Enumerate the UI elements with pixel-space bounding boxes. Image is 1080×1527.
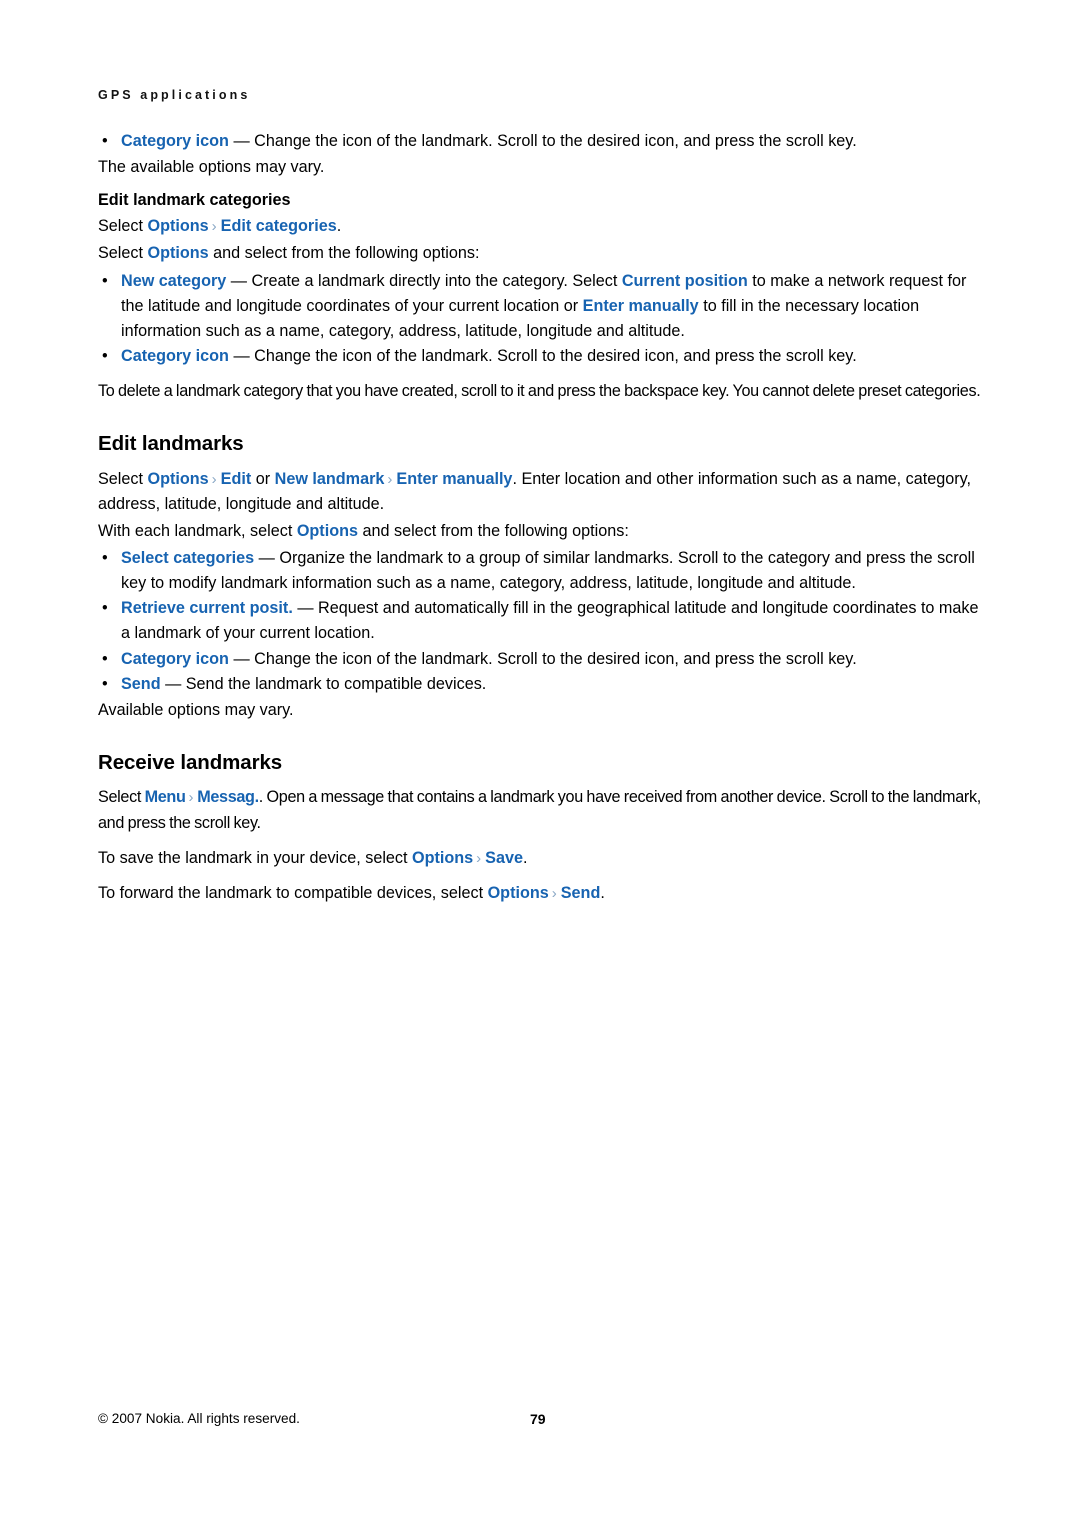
line-tail: and select from the following options: bbox=[208, 244, 480, 263]
edit-categories-bullet-list: • New category — Create a landmark direc… bbox=[98, 269, 986, 369]
edit-landmarks-select-line: Select Options › Edit or New landmark › Ente… bbox=[98, 467, 986, 517]
document-page: GPS applications • Category icon — Chang… bbox=[0, 0, 1080, 1527]
ui-term-menu: Menu bbox=[144, 788, 186, 807]
running-header: GPS applications bbox=[98, 88, 251, 102]
chevron-separator-icon: › bbox=[551, 884, 557, 902]
list-item: • Send — Send the landmark to compatible… bbox=[100, 672, 986, 697]
line-tail: . bbox=[336, 217, 342, 236]
list-item: • Category icon — Change the icon of the… bbox=[100, 344, 986, 369]
chevron-separator-icon: › bbox=[211, 470, 217, 488]
line-lead: Select bbox=[98, 217, 148, 236]
chevron-separator-icon: › bbox=[387, 470, 393, 488]
page-content: GPS applications • Category icon — Chang… bbox=[98, 88, 986, 908]
ui-term-current-position: Current position bbox=[621, 271, 748, 290]
line-tail: . bbox=[600, 883, 605, 902]
ui-term-options: Options bbox=[412, 848, 474, 867]
chevron-separator-icon: › bbox=[476, 849, 482, 867]
bullet-marker: • bbox=[102, 599, 108, 618]
ui-term-edit-categories: Edit categories bbox=[220, 217, 337, 236]
receive-landmarks-select-line: Select Menu › Messag.. Open a message that… bbox=[98, 785, 986, 835]
chevron-separator-icon: › bbox=[211, 218, 217, 236]
list-item-text: — Change the icon of the landmark. Scrol… bbox=[228, 132, 857, 150]
list-item: • Select categories — Organize the landm… bbox=[100, 546, 986, 596]
chevron-separator-icon: › bbox=[188, 789, 194, 807]
edit-landmarks-available-options: Available options may vary. bbox=[98, 700, 294, 719]
ui-term-save: Save bbox=[485, 848, 523, 867]
ui-term-edit: Edit bbox=[220, 469, 252, 488]
line-tail: and select from the following options: bbox=[357, 521, 629, 540]
line-lead: To save the landmark in your device, sel… bbox=[98, 848, 413, 867]
delete-category-note: To delete a landmark category that you h… bbox=[98, 381, 981, 400]
page-number: 79 bbox=[530, 1411, 546, 1427]
line-lead: Select bbox=[98, 244, 148, 263]
list-item-text: — Send the landmark to compatible device… bbox=[160, 674, 487, 693]
edit-landmarks-bullet-list: • Select categories — Organize the landm… bbox=[98, 546, 986, 697]
bullet-marker: • bbox=[102, 549, 108, 568]
list-item-text: — Create a landmark directly into the ca… bbox=[226, 271, 622, 290]
ui-term-new-landmark: New landmark bbox=[274, 469, 385, 488]
select-edit-categories-line: Select Options › Edit categories. bbox=[98, 214, 986, 239]
line-mid: or bbox=[251, 469, 275, 488]
select-options-intro-line: Select Options and select from the follo… bbox=[98, 241, 986, 266]
list-item: • Category icon — Change the icon of the… bbox=[100, 129, 986, 154]
line-tail: . bbox=[522, 848, 528, 867]
top-bullet-list: • Category icon — Change the icon of the… bbox=[98, 129, 986, 154]
ui-term-category-icon: Category icon bbox=[121, 649, 229, 668]
ui-term-messaging: Messag. bbox=[197, 788, 259, 807]
bullet-marker: • bbox=[102, 674, 108, 693]
line-lead: To forward the landmark to compatible de… bbox=[98, 883, 488, 902]
ui-term-options: Options bbox=[147, 244, 209, 263]
line-lead: With each landmark, select bbox=[98, 521, 297, 540]
ui-term-options: Options bbox=[296, 521, 358, 540]
list-item: • New category — Create a landmark direc… bbox=[100, 269, 986, 344]
list-item-text: — Change the icon of the landmark. Scrol… bbox=[228, 346, 857, 365]
ui-term-retrieve-current-position: Retrieve current posit. bbox=[121, 599, 293, 618]
line-lead: Select bbox=[98, 469, 148, 488]
ui-term-category-icon: Category icon bbox=[121, 132, 229, 150]
subheading-edit-landmark-categories: Edit landmark categories bbox=[98, 191, 291, 210]
ui-term-enter-manually: Enter manually bbox=[582, 296, 699, 315]
section-heading-edit-landmarks: Edit landmarks bbox=[98, 432, 244, 456]
bullet-marker: • bbox=[102, 649, 108, 668]
line-lead: Select bbox=[98, 788, 145, 807]
ui-term-options: Options bbox=[147, 469, 209, 488]
list-item-text: — Change the icon of the landmark. Scrol… bbox=[228, 649, 857, 668]
receive-landmarks-forward-line: To forward the landmark to compatible de… bbox=[98, 881, 986, 906]
ui-term-send: Send bbox=[121, 674, 161, 693]
bullet-marker: • bbox=[102, 346, 108, 365]
list-item: • Category icon — Change the icon of the… bbox=[100, 647, 986, 672]
section-heading-receive-landmarks: Receive landmarks bbox=[98, 750, 283, 774]
bullet-marker: • bbox=[102, 271, 108, 290]
receive-landmarks-save-line: To save the landmark in your device, sel… bbox=[98, 846, 986, 871]
ui-term-options: Options bbox=[487, 883, 549, 902]
ui-term-enter-manually: Enter manually bbox=[396, 469, 513, 488]
copyright-notice: © 2007 Nokia. All rights reserved. bbox=[98, 1411, 300, 1426]
edit-landmarks-intro-line: With each landmark, select Options and s… bbox=[98, 519, 986, 544]
list-item: • Retrieve current posit. — Request and … bbox=[100, 596, 986, 646]
ui-term-select-categories: Select categories bbox=[121, 549, 255, 568]
ui-term-new-category: New category bbox=[121, 271, 227, 290]
ui-term-category-icon: Category icon bbox=[121, 346, 229, 365]
available-options-note: The available options may vary. bbox=[98, 158, 325, 177]
bullet-marker: • bbox=[102, 132, 108, 150]
ui-term-send: Send bbox=[560, 883, 601, 902]
ui-term-options: Options bbox=[147, 217, 209, 236]
